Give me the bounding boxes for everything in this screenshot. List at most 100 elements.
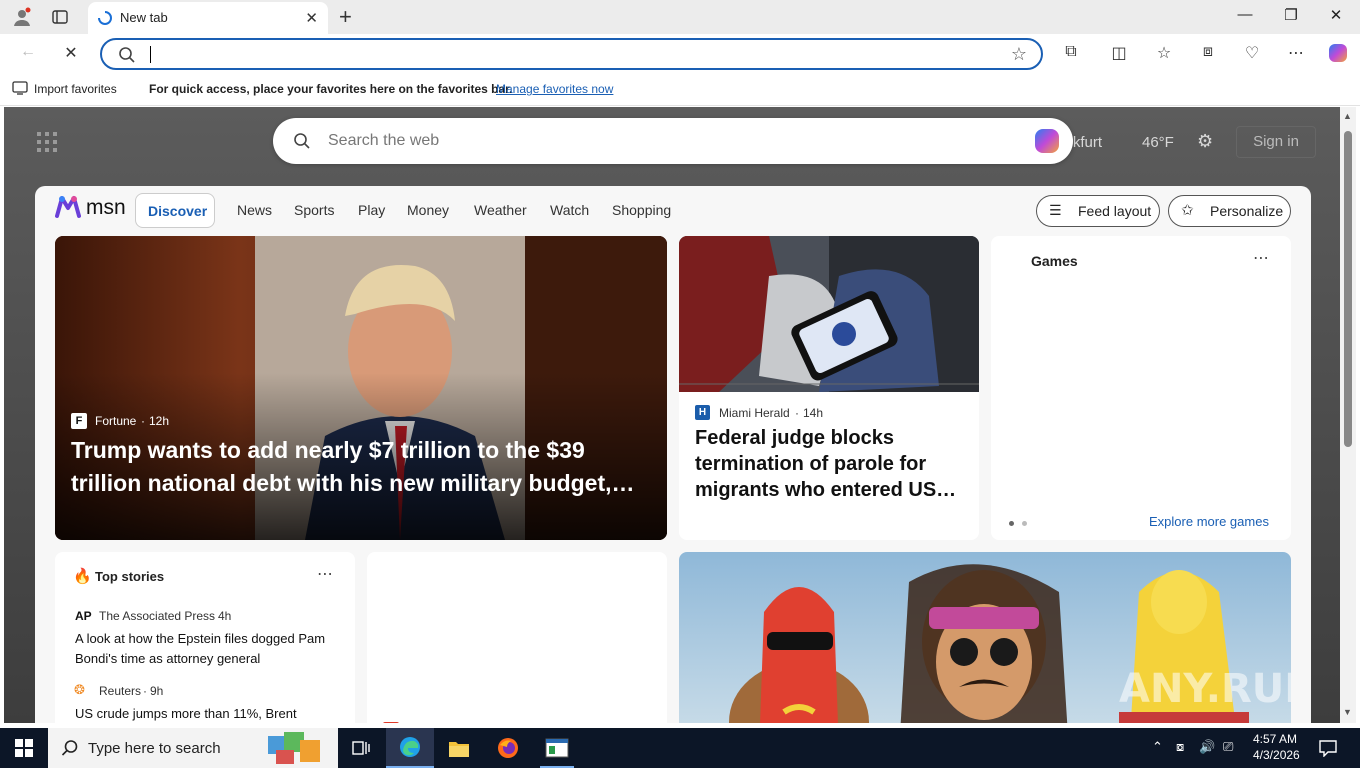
- games-title: Games: [1031, 253, 1078, 269]
- story2-source: Miami Herald: [719, 406, 790, 420]
- split-screen-icon[interactable]: ◫: [1107, 43, 1131, 63]
- hero-age: 12h: [149, 414, 170, 428]
- scroll-down-icon[interactable]: ▼: [1343, 707, 1352, 717]
- notifications-icon[interactable]: [1319, 739, 1337, 757]
- msn-logo-text: msn: [86, 196, 126, 219]
- favorites-hint: For quick access, place your favorites h…: [149, 82, 513, 96]
- top-story-2-age: 9h: [150, 684, 164, 698]
- top-story-1-dot: ·: [211, 609, 215, 623]
- game-video-card[interactable]: ANY.RUN: [679, 552, 1291, 723]
- tab-play[interactable]: Play: [358, 202, 385, 218]
- close-window-icon[interactable]: ✕: [1321, 6, 1351, 24]
- manage-favorites-link[interactable]: Manage favorites now: [496, 82, 613, 96]
- sign-in-button[interactable]: Sign in: [1236, 126, 1316, 158]
- games-card: Games ⋯ Explore more games: [991, 236, 1291, 540]
- feed-layout-button[interactable]: ☰ Feed layout: [1036, 195, 1160, 227]
- stop-loading-icon[interactable]: ✕: [59, 43, 83, 63]
- tab-watch[interactable]: Watch: [550, 202, 589, 218]
- top-story-1-headline[interactable]: A look at how the Epstein files dogged P…: [75, 629, 337, 669]
- tray-chevron-up-icon[interactable]: ⌃: [1152, 739, 1163, 755]
- scrollbar-thumb[interactable]: [1344, 131, 1352, 447]
- taskbar-search-placeholder: Type here to search: [88, 740, 221, 757]
- hero-story-card[interactable]: F Fortune · 12h Trump wants to add nearl…: [55, 236, 667, 540]
- tab-weather[interactable]: Weather: [474, 202, 527, 218]
- collections-icon[interactable]: ⧈: [1196, 43, 1220, 61]
- source-logo-icon: [383, 722, 399, 723]
- carousel-dot[interactable]: [1022, 521, 1027, 526]
- new-tab-page: Frankfurt 46°F ⚙ Sign in Search the web …: [4, 107, 1340, 723]
- file-explorer-icon[interactable]: [448, 738, 470, 758]
- top-stories-more-icon[interactable]: ⋯: [317, 564, 333, 584]
- firefox-icon[interactable]: [497, 737, 519, 759]
- weather-temperature[interactable]: 46°F: [1142, 134, 1174, 151]
- page-scrollbar[interactable]: ▲ ▼: [1340, 107, 1356, 723]
- back-icon[interactable]: ←: [16, 43, 40, 61]
- miami-herald-logo-icon: H: [695, 405, 710, 420]
- more-options-icon[interactable]: ⋯: [1284, 43, 1308, 63]
- extensions-icon[interactable]: ⧉: [1059, 43, 1083, 61]
- tray-volume-icon[interactable]: 🔊: [1199, 739, 1215, 755]
- story2-headline[interactable]: Federal judge blocks termination of paro…: [695, 425, 967, 503]
- windows-taskbar: Type here to search ⌃ ⧇ 🔊 ⎚ 4:57 AM 4/3/…: [0, 728, 1360, 768]
- browser-toolbar: ← ✕ ☆ ⧉ ◫ ☆ ⧈ ♡ ⋯: [0, 34, 1360, 72]
- minimize-icon[interactable]: —: [1230, 6, 1260, 23]
- app-window-icon: [545, 738, 569, 758]
- import-favorites-button[interactable]: Import favorites: [34, 82, 117, 96]
- tray-camera-icon[interactable]: ⧇: [1176, 739, 1184, 755]
- web-search-icon: [293, 132, 311, 150]
- top-stories-title: Top stories: [95, 569, 165, 584]
- hero-dot: ·: [141, 414, 145, 428]
- top-story-2-source: Reuters: [99, 684, 142, 698]
- tab-discover-label: Discover: [148, 203, 208, 219]
- web-search-box[interactable]: Search the web: [273, 118, 1073, 164]
- hero-source: Fortune: [95, 414, 137, 428]
- sliders-icon: ☰: [1049, 202, 1062, 218]
- tab-new-tab[interactable]: New tab ✕: [88, 2, 328, 34]
- feed-layout-label: Feed layout: [1078, 203, 1152, 219]
- tab-money[interactable]: Money: [407, 202, 449, 218]
- edge-icon: [399, 736, 421, 758]
- windows-start-icon[interactable]: [15, 739, 33, 757]
- hero-headline[interactable]: Trump wants to add nearly $7 trillion to…: [71, 434, 651, 500]
- flame-icon: 🔥: [73, 568, 92, 585]
- taskbar-edge-app[interactable]: [386, 728, 434, 768]
- profile-icon[interactable]: [12, 7, 32, 27]
- browser-essentials-icon[interactable]: ♡: [1240, 43, 1264, 63]
- games-more-icon[interactable]: ⋯: [1253, 248, 1269, 268]
- taskbar-search-box[interactable]: Type here to search: [48, 728, 338, 768]
- tab-discover[interactable]: Discover: [135, 193, 215, 228]
- title-bar: New tab ✕ + — ❐ ✕: [0, 0, 1360, 34]
- top-story-2-headline[interactable]: US crude jumps more than 11%, Brent: [75, 704, 337, 723]
- task-view-icon[interactable]: [352, 739, 370, 757]
- search-highlight-icon[interactable]: [266, 730, 328, 766]
- apps-grid-icon[interactable]: [37, 132, 57, 152]
- favorites-icon[interactable]: ☆: [1152, 43, 1176, 63]
- settings-gear-icon[interactable]: ⚙: [1197, 131, 1213, 152]
- tab-news[interactable]: News: [237, 202, 272, 218]
- story2-age: 14h: [803, 406, 824, 420]
- msn-logo-icon[interactable]: [55, 194, 81, 220]
- new-tab-icon[interactable]: +: [339, 4, 352, 30]
- copilot-icon[interactable]: [1327, 42, 1349, 64]
- tab-shopping[interactable]: Shopping: [612, 202, 671, 218]
- fortune-logo-icon: F: [71, 413, 87, 429]
- taskbar-app-window[interactable]: [540, 728, 574, 768]
- personalize-button[interactable]: ✩ Personalize: [1168, 195, 1291, 227]
- copilot-search-icon[interactable]: [1033, 127, 1061, 155]
- explore-games-link[interactable]: Explore more games: [1149, 514, 1269, 529]
- restore-icon[interactable]: ❐: [1276, 6, 1306, 24]
- tab-sports[interactable]: Sports: [294, 202, 334, 218]
- top-story-1-age: 4h: [218, 609, 232, 623]
- tab-actions-icon[interactable]: [52, 9, 68, 25]
- tray-date[interactable]: 4/3/2026: [1253, 748, 1300, 762]
- carousel-dot-active[interactable]: [1009, 521, 1014, 526]
- favorite-star-icon[interactable]: ☆: [1011, 44, 1027, 65]
- address-bar[interactable]: ☆: [100, 38, 1043, 70]
- scroll-up-icon[interactable]: ▲: [1343, 111, 1352, 121]
- sparkle-star-icon: ✩: [1181, 202, 1194, 219]
- close-tab-icon[interactable]: ✕: [305, 9, 318, 27]
- taskbar-search-icon: [61, 739, 79, 757]
- tray-time[interactable]: 4:57 AM: [1253, 732, 1297, 746]
- story-card-miami-herald[interactable]: H Miami Herald · 14h Federal judge block…: [679, 236, 979, 540]
- tray-network-icon[interactable]: ⎚: [1223, 739, 1233, 755]
